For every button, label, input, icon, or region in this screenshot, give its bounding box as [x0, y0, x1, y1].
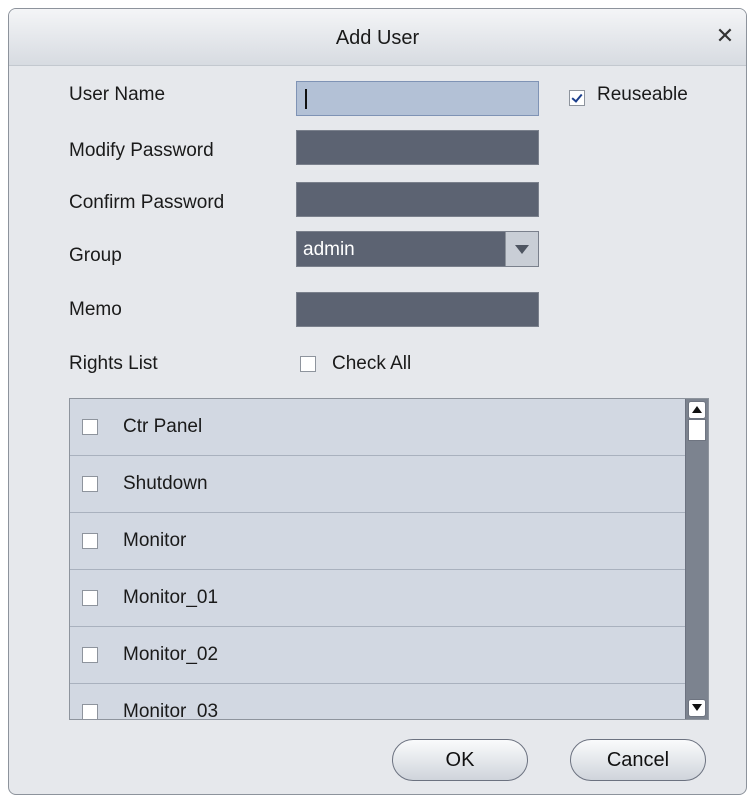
close-icon[interactable]: ✕	[712, 23, 738, 49]
arrow-down-icon[interactable]	[688, 699, 706, 717]
confirm-password-label: Confirm Password	[69, 192, 225, 213]
rights-list-label: Rights List	[69, 353, 158, 374]
right-label: Shutdown	[123, 473, 208, 494]
right-label: Monitor_03	[123, 701, 219, 720]
right-checkbox[interactable]	[82, 476, 98, 492]
right-checkbox[interactable]	[82, 419, 98, 435]
rights-list[interactable]: Ctr Panel Shutdown Monitor Monitor_01 Mo…	[69, 398, 709, 720]
group-selected-value: admin	[303, 239, 355, 260]
right-label: Monitor	[123, 530, 187, 551]
modify-password-label: Modify Password	[69, 140, 214, 161]
scrollbar-thumb[interactable]	[688, 419, 706, 441]
group-select[interactable]: admin	[296, 231, 539, 267]
user-name-label: User Name	[69, 84, 166, 105]
text-caret	[305, 89, 307, 109]
memo-label: Memo	[69, 299, 122, 320]
list-item[interactable]: Shutdown	[70, 456, 685, 513]
arrow-up-icon[interactable]	[688, 401, 706, 419]
reuseable-label: Reuseable	[597, 84, 688, 105]
right-checkbox[interactable]	[82, 590, 98, 606]
right-checkbox[interactable]	[82, 704, 98, 719]
list-item[interactable]: Monitor_01	[70, 570, 685, 627]
list-scrollbar[interactable]	[685, 399, 708, 719]
right-checkbox[interactable]	[82, 533, 98, 549]
user-name-input[interactable]	[296, 81, 539, 116]
check-all-checkbox[interactable]	[300, 356, 316, 372]
list-item[interactable]: Ctr Panel	[70, 399, 685, 456]
confirm-password-input[interactable]	[296, 182, 539, 217]
add-user-dialog: Add User ✕ User Name Reuseable Modify Pa…	[8, 8, 747, 795]
right-checkbox[interactable]	[82, 647, 98, 663]
group-label: Group	[69, 245, 122, 266]
right-label: Monitor_01	[123, 587, 219, 608]
list-item[interactable]: Monitor	[70, 513, 685, 570]
ok-button[interactable]: OK	[392, 739, 528, 781]
title-bar: Add User ✕	[9, 9, 746, 66]
chevron-down-icon[interactable]	[505, 232, 538, 266]
list-item[interactable]: Monitor_02	[70, 627, 685, 684]
right-label: Monitor_02	[123, 644, 219, 665]
reuseable-checkbox[interactable]	[569, 90, 585, 106]
modify-password-input[interactable]	[296, 130, 539, 165]
check-all-label: Check All	[332, 353, 412, 374]
cancel-button[interactable]: Cancel	[570, 739, 706, 781]
dialog-title: Add User	[335, 27, 420, 49]
right-label: Ctr Panel	[123, 416, 203, 437]
list-item[interactable]: Monitor_03	[70, 684, 685, 720]
memo-input[interactable]	[296, 292, 539, 327]
